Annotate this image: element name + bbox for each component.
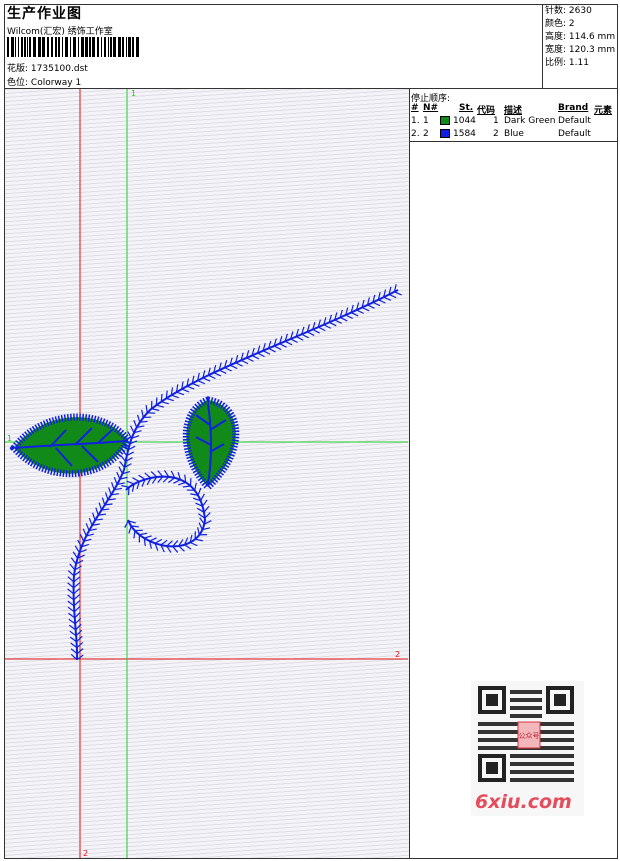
watermark-site: 6xiu.com (475, 791, 572, 813)
main-stem (123, 289, 399, 471)
stem-group (67, 284, 402, 661)
green-guide-label-top: 1 (131, 89, 136, 98)
qr-code: 公众号 (478, 686, 574, 782)
red-guide-label-bottom: 2 (83, 849, 88, 858)
green-guide-label-left: 1 (7, 434, 12, 443)
qr-center-text: 公众号 (519, 732, 540, 740)
red-guide-label-right: 2 (395, 650, 400, 659)
